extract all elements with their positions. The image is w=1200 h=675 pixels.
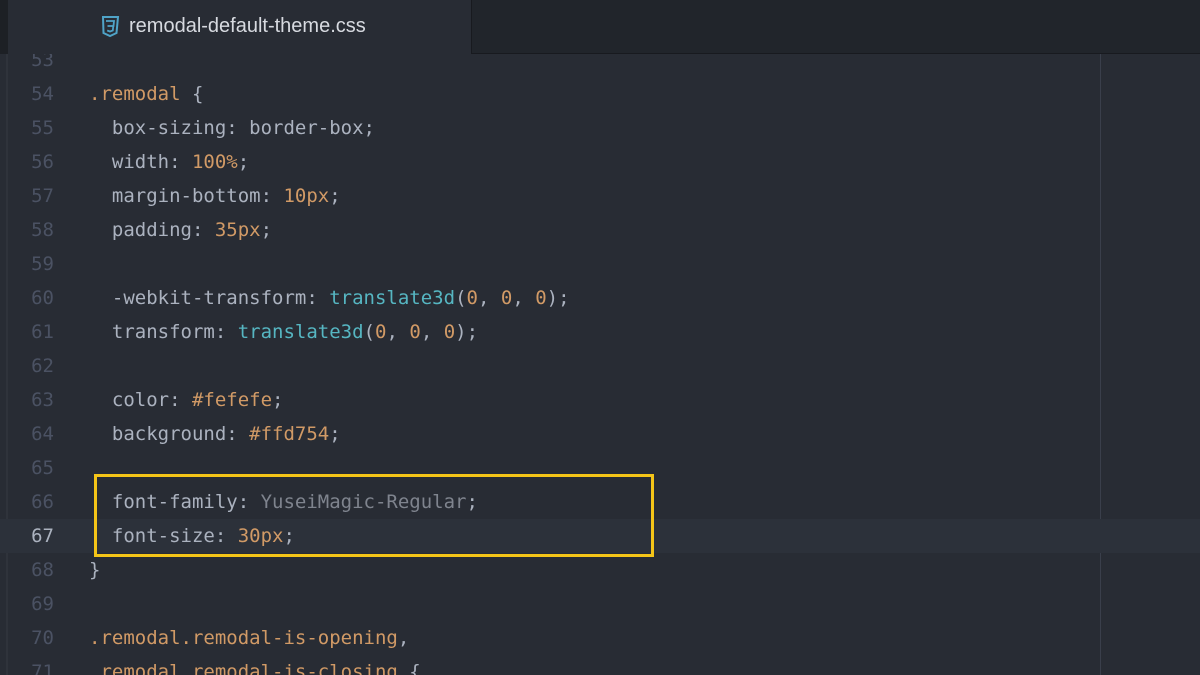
code-token: width: xyxy=(89,151,192,173)
code-text: .remodal.remodal-is-closing { xyxy=(89,655,421,675)
code-token: .remodal.remodal-is-opening xyxy=(89,627,398,649)
tab-bar-edge xyxy=(0,0,8,54)
code-line[interactable]: 68} xyxy=(0,553,1200,587)
code-token: ); xyxy=(455,321,479,343)
code-token: ; xyxy=(260,219,273,241)
code-text: transform: translate3d(0, 0, 0); xyxy=(89,315,478,349)
code-token: , xyxy=(477,287,501,309)
code-token: 0 xyxy=(375,321,387,343)
code-token: ; xyxy=(329,185,341,207)
code-token: ( xyxy=(363,321,376,343)
code-token: ; xyxy=(237,151,250,173)
code-line[interactable]: 57 margin-bottom: 10px; xyxy=(0,179,1200,213)
code-token: color: xyxy=(89,389,192,411)
code-line[interactable]: 60 -webkit-transform: translate3d(0, 0, … xyxy=(0,281,1200,315)
code-token: , xyxy=(420,321,444,343)
line-number: 63 xyxy=(31,389,54,411)
code-token: , xyxy=(386,321,410,343)
code-token: ; xyxy=(363,117,375,139)
line-number: 71 xyxy=(31,661,54,675)
line-number: 62 xyxy=(31,355,54,377)
code-token: 10px xyxy=(283,185,330,207)
code-editor: remodal-default-theme.css 53 54 .remodal {… xyxy=(0,0,1200,675)
code-token: -webkit-transform: xyxy=(89,287,330,309)
code-token: ; xyxy=(329,423,341,445)
code-token: 0 xyxy=(443,321,456,343)
code-token: .remodal.remodal-is-closing xyxy=(89,661,398,675)
code-line[interactable]: 54 .remodal { xyxy=(0,77,1200,111)
code-token: ( xyxy=(455,287,467,309)
code-line[interactable]: 63 color: #fefefe; xyxy=(0,383,1200,417)
line-number: 66 xyxy=(31,491,54,513)
code-line[interactable]: 59 xyxy=(0,247,1200,281)
code-token: , xyxy=(397,627,410,649)
code-line[interactable]: 61 transform: translate3d(0, 0, 0); xyxy=(0,315,1200,349)
code-token: box-sizing: xyxy=(89,117,250,139)
code-line[interactable]: 55 box-sizing: border-box; xyxy=(0,111,1200,145)
line-number: 69 xyxy=(31,593,54,615)
code-token: background: xyxy=(89,423,250,445)
css3-file-icon xyxy=(101,16,120,38)
code-line[interactable]: 58 padding: 35px; xyxy=(0,213,1200,247)
line-number: 54 xyxy=(31,83,54,105)
code-token: #fefefe xyxy=(191,389,273,411)
line-number: 56 xyxy=(31,151,54,173)
code-text: color: #fefefe; xyxy=(89,383,284,417)
line-number: 70 xyxy=(31,627,54,649)
line-number: 65 xyxy=(31,457,54,479)
code-token: 0 xyxy=(466,287,478,309)
line-number: 57 xyxy=(31,185,54,207)
line-number: 64 xyxy=(31,423,54,445)
code-line[interactable]: 64 background: #ffd754; xyxy=(0,417,1200,451)
line-number: 67 xyxy=(31,525,54,547)
tab-bar: remodal-default-theme.css xyxy=(0,0,1200,54)
highlight-box xyxy=(94,474,654,557)
code-line[interactable]: 69 xyxy=(0,587,1200,621)
code-token: 0 xyxy=(409,321,421,343)
code-line[interactable]: 70 .remodal.remodal-is-opening, xyxy=(0,621,1200,655)
code-text: padding: 35px; xyxy=(89,213,272,247)
code-token: translate3d xyxy=(237,321,364,343)
tab-title: remodal-default-theme.css xyxy=(129,15,366,37)
code-token: 100% xyxy=(191,151,238,173)
line-number: 53 xyxy=(31,54,54,71)
code-text: } xyxy=(89,553,100,587)
code-line[interactable]: 56 width: 100%; xyxy=(0,145,1200,179)
code-text: .remodal { xyxy=(89,77,203,111)
code-text: .remodal.remodal-is-opening, xyxy=(89,621,409,655)
line-number: 60 xyxy=(31,287,54,309)
code-line[interactable]: 62 xyxy=(0,349,1200,383)
code-text: width: 100%; xyxy=(89,145,249,179)
line-number: 55 xyxy=(31,117,54,139)
code-line[interactable]: 71 .remodal.remodal-is-closing { xyxy=(0,655,1200,675)
code-text: background: #ffd754; xyxy=(89,417,341,451)
code-token: translate3d xyxy=(329,287,456,309)
file-tab[interactable]: remodal-default-theme.css xyxy=(8,0,472,54)
line-number: 58 xyxy=(31,219,54,241)
code-token: border-box xyxy=(249,117,364,139)
code-token: 0 xyxy=(535,287,547,309)
code-token: ); xyxy=(546,287,570,309)
code-token: 35px xyxy=(214,219,261,241)
code-text: margin-bottom: 10px; xyxy=(89,179,341,213)
code-token: ; xyxy=(272,389,284,411)
code-token: } xyxy=(89,559,101,581)
line-number: 59 xyxy=(31,253,54,275)
code-token: { xyxy=(180,83,204,105)
code-text: -webkit-transform: translate3d(0, 0, 0); xyxy=(89,281,570,315)
code-token: 0 xyxy=(500,287,513,309)
code-token: , xyxy=(512,287,536,309)
code-token: margin-bottom: xyxy=(89,185,284,207)
code-token: padding: xyxy=(89,219,215,241)
code-token: transform: xyxy=(89,321,238,343)
code-token: { xyxy=(397,661,421,675)
code-text: box-sizing: border-box; xyxy=(89,111,375,145)
line-number: 68 xyxy=(31,559,54,581)
code-area[interactable]: 53 54 .remodal {55 box-sizing: border-box;… xyxy=(0,54,1200,675)
code-line[interactable]: 53 xyxy=(0,54,1200,77)
code-token: .remodal xyxy=(89,83,181,105)
code-token: #ffd754 xyxy=(249,423,330,445)
line-number: 61 xyxy=(31,321,54,343)
